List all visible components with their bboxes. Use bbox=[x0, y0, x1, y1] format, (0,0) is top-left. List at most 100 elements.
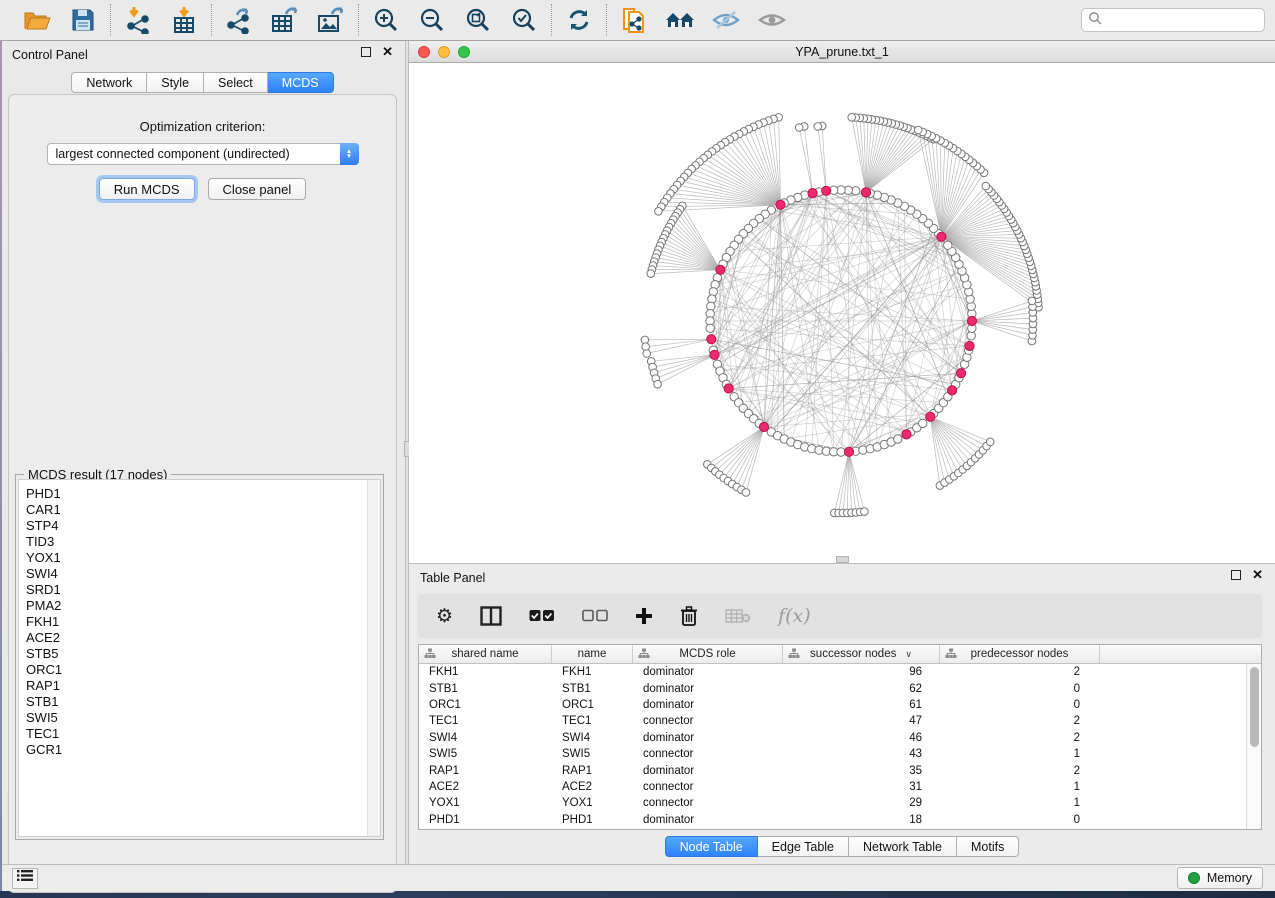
refresh-button[interactable] bbox=[563, 4, 595, 36]
mcds-result-item[interactable]: GCR1 bbox=[26, 742, 380, 758]
mcds-result-item[interactable]: PHD1 bbox=[26, 486, 380, 502]
table-cell: 46 bbox=[783, 732, 940, 744]
table-settings-gear-icon[interactable]: ⚙ bbox=[436, 605, 453, 628]
mcds-result-item[interactable]: PMA2 bbox=[26, 598, 380, 614]
table-scrollbar-thumb[interactable] bbox=[1250, 667, 1259, 747]
hide-eye-icon[interactable] bbox=[710, 4, 742, 36]
mcds-result-item[interactable]: STB1 bbox=[26, 694, 380, 710]
houses-icon[interactable] bbox=[664, 4, 696, 36]
table-cell: ACE2 bbox=[419, 781, 552, 793]
table-row[interactable]: SWI4SWI4dominator462 bbox=[419, 730, 1246, 746]
table-row[interactable]: ACE2ACE2connector311 bbox=[419, 779, 1246, 795]
mcds-result-item[interactable]: CAR1 bbox=[26, 502, 380, 518]
search-input[interactable] bbox=[1106, 13, 1261, 27]
horizontal-divider-grip[interactable] bbox=[836, 556, 849, 563]
hierarchy-icon bbox=[945, 648, 957, 662]
task-history-button[interactable] bbox=[12, 868, 38, 889]
table-scrollbar[interactable] bbox=[1246, 664, 1261, 829]
mcds-result-item[interactable]: SRD1 bbox=[26, 582, 380, 598]
mcds-result-item[interactable]: YOX1 bbox=[26, 550, 380, 566]
tab-mcds[interactable]: MCDS bbox=[268, 72, 334, 93]
tab-style[interactable]: Style bbox=[147, 72, 204, 93]
column-header-predecessor-nodes[interactable]: predecessor nodes bbox=[940, 645, 1100, 663]
screen: Control Panel ✕ Network Style Select MCD… bbox=[0, 0, 1275, 898]
zoom-selected-button[interactable] bbox=[508, 4, 540, 36]
mcds-result-item[interactable]: STP4 bbox=[26, 518, 380, 534]
memory-button[interactable]: Memory bbox=[1177, 867, 1263, 889]
table-row[interactable]: STB1STB1dominator620 bbox=[419, 680, 1246, 696]
close-panel-icon[interactable]: ✕ bbox=[382, 47, 393, 57]
tab-motifs[interactable]: Motifs bbox=[957, 836, 1019, 857]
delete-table-icon bbox=[725, 608, 751, 624]
column-header-mcds-role[interactable]: MCDS role bbox=[633, 645, 783, 663]
tab-node-table[interactable]: Node Table bbox=[665, 836, 758, 857]
import-network-button[interactable] bbox=[122, 4, 154, 36]
open-folder-icon bbox=[23, 8, 51, 32]
duplicate-network-button[interactable] bbox=[618, 4, 650, 36]
memory-label: Memory bbox=[1207, 871, 1252, 885]
table-cell: SWI5 bbox=[552, 748, 633, 760]
mcds-result-item[interactable]: SWI5 bbox=[26, 710, 380, 726]
mcds-result-item[interactable]: FKH1 bbox=[26, 614, 380, 630]
add-column-icon[interactable] bbox=[635, 607, 653, 625]
run-mcds-button[interactable]: Run MCDS bbox=[99, 178, 195, 200]
zoom-in-button[interactable] bbox=[370, 4, 402, 36]
select-all-icon[interactable] bbox=[529, 609, 555, 623]
network-canvas[interactable] bbox=[409, 63, 1275, 563]
main-toolbar bbox=[0, 0, 1275, 41]
split-view-icon[interactable] bbox=[480, 606, 502, 626]
table-row[interactable]: FKH1FKH1dominator962 bbox=[419, 664, 1246, 680]
tab-network[interactable]: Network bbox=[71, 72, 147, 93]
mcds-result-item[interactable]: ORC1 bbox=[26, 662, 380, 678]
column-header-name[interactable]: name bbox=[552, 645, 633, 663]
mcds-result-item[interactable]: TEC1 bbox=[26, 726, 380, 742]
network-window-titlebar[interactable]: YPA_prune.txt_1 bbox=[409, 41, 1275, 63]
function-builder-icon: f(x) bbox=[778, 605, 811, 627]
close-panel-button[interactable]: Close panel bbox=[208, 178, 307, 200]
search-field[interactable] bbox=[1081, 8, 1265, 32]
tab-network-table[interactable]: Network Table bbox=[849, 836, 957, 857]
table-toolbar: ⚙ bbox=[418, 594, 1262, 638]
show-eye-icon[interactable] bbox=[756, 4, 788, 36]
window-minimize-icon[interactable] bbox=[438, 46, 450, 58]
save-session-button[interactable] bbox=[67, 4, 99, 36]
mcds-result-item[interactable]: TID3 bbox=[26, 534, 380, 550]
zoom-fit-button[interactable] bbox=[462, 4, 494, 36]
table-row[interactable]: RAP1RAP1dominator352 bbox=[419, 762, 1246, 778]
table-row[interactable]: ORC1ORC1dominator610 bbox=[419, 697, 1246, 713]
export-image-button[interactable] bbox=[315, 4, 347, 36]
delete-column-trash-icon[interactable] bbox=[680, 606, 698, 626]
table-row[interactable]: YOX1YOX1connector291 bbox=[419, 795, 1246, 811]
zoom-out-button[interactable] bbox=[416, 4, 448, 36]
column-header-shared-name[interactable]: shared name bbox=[419, 645, 552, 663]
import-table-button[interactable] bbox=[168, 4, 200, 36]
table-row[interactable]: SWI5SWI5connector431 bbox=[419, 746, 1246, 762]
table-cell: 29 bbox=[783, 797, 940, 809]
table-row[interactable]: PHD1PHD1dominator180 bbox=[419, 812, 1246, 828]
float-panel-icon[interactable] bbox=[361, 47, 371, 57]
export-network-button[interactable] bbox=[223, 4, 255, 36]
close-table-panel-icon[interactable]: ✕ bbox=[1252, 570, 1263, 580]
window-maximize-icon[interactable] bbox=[458, 46, 470, 58]
table-cell: TEC1 bbox=[419, 715, 552, 727]
table-cell: 2 bbox=[940, 765, 1100, 777]
mcds-result-item[interactable]: STB5 bbox=[26, 646, 380, 662]
mcds-result-item[interactable]: SWI4 bbox=[26, 566, 380, 582]
window-close-icon[interactable] bbox=[418, 46, 430, 58]
table-cell: RAP1 bbox=[552, 765, 633, 777]
mcds-result-item[interactable]: ACE2 bbox=[26, 630, 380, 646]
deselect-all-icon[interactable] bbox=[582, 609, 608, 623]
optimization-criterion-select[interactable]: largest connected component (undirected)… bbox=[47, 143, 359, 165]
table-row[interactable]: TEC1TEC1connector472 bbox=[419, 713, 1246, 729]
mcds-result-list[interactable]: PHD1CAR1STP4TID3YOX1SWI4SRD1PMA2FKH1ACE2… bbox=[18, 479, 381, 837]
tab-edge-table[interactable]: Edge Table bbox=[758, 836, 849, 857]
float-table-panel-icon[interactable] bbox=[1231, 570, 1241, 580]
mcds-list-scrollbar[interactable] bbox=[367, 480, 380, 836]
table-cell: ORC1 bbox=[419, 699, 552, 711]
table-cell: FKH1 bbox=[419, 666, 552, 678]
open-session-button[interactable] bbox=[21, 4, 53, 36]
mcds-result-item[interactable]: RAP1 bbox=[26, 678, 380, 694]
tab-select[interactable]: Select bbox=[204, 72, 268, 93]
column-header-successor-nodes[interactable]: successor nodes ∨ bbox=[783, 645, 940, 663]
export-table-button[interactable] bbox=[269, 4, 301, 36]
